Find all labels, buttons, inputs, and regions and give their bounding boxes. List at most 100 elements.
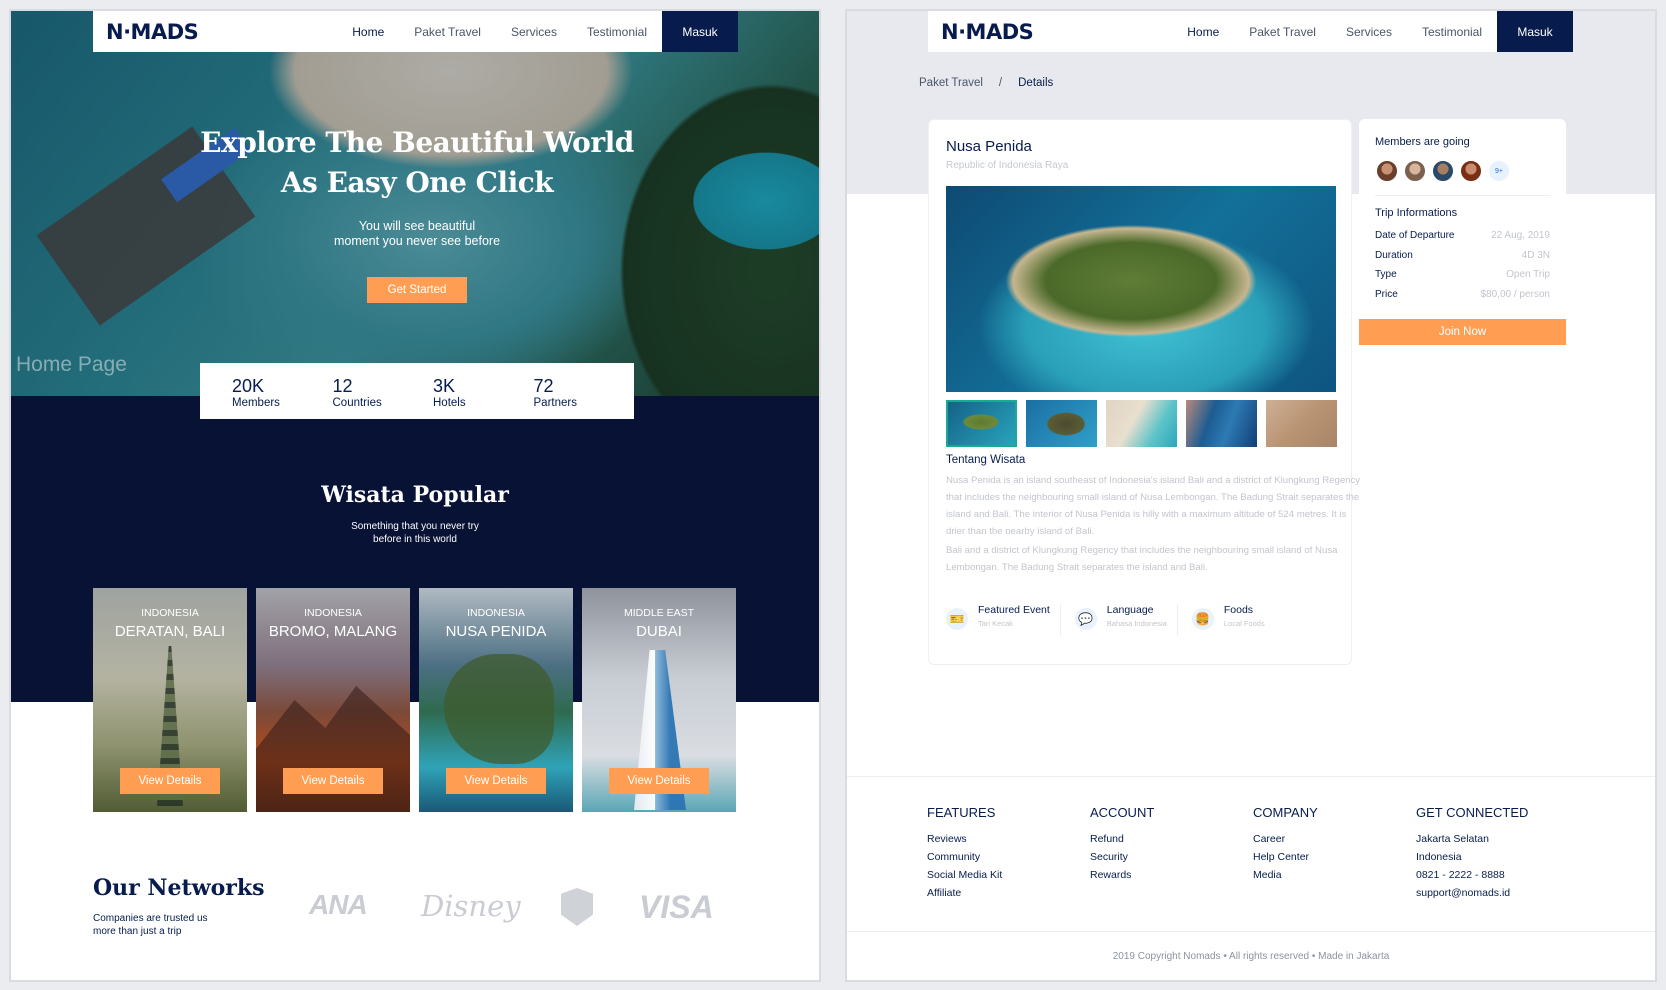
logo[interactable]: N·MADS xyxy=(928,20,1172,44)
destination-card-bali[interactable]: INDONESIA DERATAN, BALI View Details xyxy=(93,588,247,812)
footer-column-title: ACCOUNT xyxy=(1090,805,1155,820)
info-value: Open Trip xyxy=(1506,269,1550,280)
nav-services-link[interactable]: Services xyxy=(1331,25,1407,39)
nav-testimonial-link[interactable]: Testimonial xyxy=(1407,25,1497,39)
stat-hotels: 3K Hotels xyxy=(433,377,534,419)
hero-content: Explore The Beautiful World As Easy One … xyxy=(11,123,819,303)
footer-link[interactable]: Affiliate xyxy=(927,884,1090,902)
nav-home-link[interactable]: Home xyxy=(337,25,399,39)
logo[interactable]: N·MADS xyxy=(93,20,337,44)
footer-column-account: ACCOUNT Refund Security Rewards xyxy=(1090,805,1253,902)
info-row-departure: Date of Departure 22 Aug, 2019 xyxy=(1375,230,1550,241)
destination-card-dubai[interactable]: MIDDLE EAST DUBAI View Details xyxy=(582,588,736,812)
stat-value: 20K xyxy=(232,376,265,396)
breadcrumb-paket-travel[interactable]: Paket Travel xyxy=(919,77,983,89)
get-started-button[interactable]: Get Started xyxy=(367,277,467,303)
view-details-button[interactable]: View Details xyxy=(120,768,220,794)
thumbnail-1[interactable] xyxy=(946,400,1017,447)
divider xyxy=(1375,195,1550,196)
info-row-price: Price $80,00 / person xyxy=(1375,289,1550,300)
nav-testimonial-link[interactable]: Testimonial xyxy=(572,25,662,39)
nav-links: Home Paket Travel Services Testimonial M… xyxy=(337,11,738,52)
thumbnail-2[interactable] xyxy=(1026,400,1097,447)
navbar: N·MADS Home Paket Travel Services Testim… xyxy=(928,11,1573,52)
networks-title: Our Networks xyxy=(93,875,265,901)
footer-contact-text: Indonesia xyxy=(1416,851,1462,863)
destination-country: INDONESIA xyxy=(304,607,362,619)
view-details-button[interactable]: View Details xyxy=(283,768,383,794)
destination-name: DUBAI xyxy=(636,623,682,640)
members-title: Members are going xyxy=(1375,136,1470,148)
more-members-badge[interactable]: 9+ xyxy=(1487,159,1511,183)
footer-link[interactable]: Refund xyxy=(1090,830,1253,848)
visa-logo: VISA xyxy=(639,889,714,925)
trip-info-card: Members are going 9+ Trip Informations D… xyxy=(1359,119,1566,354)
footer-link[interactable]: Security xyxy=(1090,848,1253,866)
hero-title-line-2: As Easy One Click xyxy=(280,166,554,199)
view-details-button[interactable]: View Details xyxy=(446,768,546,794)
breadcrumb-separator: / xyxy=(998,77,1003,89)
trip-info-title: Trip Informations xyxy=(1375,207,1458,219)
footer-link[interactable]: Community xyxy=(927,848,1090,866)
breadcrumb-details: Details xyxy=(1018,77,1054,89)
main-trip-photo xyxy=(946,186,1336,392)
photo-thumbnails xyxy=(946,400,1337,447)
footer-link[interactable]: Career xyxy=(1253,830,1416,848)
destination-card-bromo[interactable]: INDONESIA BROMO, MALANG View Details xyxy=(256,588,410,812)
footer-link[interactable]: Reviews xyxy=(927,830,1090,848)
networks-subtitle-line-2: more than just a trip xyxy=(93,926,182,937)
footer-link[interactable]: Help Center xyxy=(1253,848,1416,866)
page-label: Home Page xyxy=(16,353,127,376)
detail-page-artboard: N·MADS Home Paket Travel Services Testim… xyxy=(845,9,1657,982)
destination-country: INDONESIA xyxy=(467,607,525,619)
popular-title: Wisata Popular xyxy=(321,482,509,508)
nav-paket-travel-link[interactable]: Paket Travel xyxy=(1234,25,1331,39)
nav-home-link[interactable]: Home xyxy=(1172,25,1234,39)
footer-divider xyxy=(847,931,1655,932)
footer-column-company: COMPANY Career Help Center Media xyxy=(1253,805,1416,902)
feature-title: Language xyxy=(1106,604,1154,616)
ana-logo: ANA xyxy=(309,889,368,920)
thumbnail-4[interactable] xyxy=(1186,400,1257,447)
networks-subtitle-line-1: Companies are trusted us xyxy=(93,913,208,924)
member-avatars: 9+ xyxy=(1375,159,1511,183)
nav-services-link[interactable]: Services xyxy=(496,25,572,39)
footer-columns: FEATURES Reviews Community Social Media … xyxy=(927,805,1579,902)
nav-paket-travel-link[interactable]: Paket Travel xyxy=(399,25,496,39)
destination-name: BROMO, MALANG xyxy=(268,623,398,640)
stat-value: 3K xyxy=(433,376,456,396)
stat-label: Countries xyxy=(332,397,382,409)
hero-section: Explore The Beautiful World As Easy One … xyxy=(11,11,819,396)
view-details-button[interactable]: View Details xyxy=(609,768,709,794)
footer-column-title: FEATURES xyxy=(927,805,996,820)
footer-link[interactable]: Rewards xyxy=(1090,866,1253,884)
footer-link[interactable]: Media xyxy=(1253,866,1416,884)
join-now-button[interactable]: Join Now xyxy=(1359,319,1566,345)
thumbnail-5[interactable] xyxy=(1266,400,1337,447)
info-key: Duration xyxy=(1375,250,1413,261)
avatar xyxy=(1431,159,1455,183)
destination-card-nusa-penida[interactable]: INDONESIA NUSA PENIDA View Details xyxy=(419,588,573,812)
feature-event: 🎫 Featured Event Tari Kecak xyxy=(946,604,1061,636)
thumbnail-3[interactable] xyxy=(1106,400,1177,447)
stat-value: 12 xyxy=(332,376,353,396)
stat-label: Hotels xyxy=(433,397,466,409)
footer-column-title: COMPANY xyxy=(1253,805,1318,820)
hero-title: Explore The Beautiful World As Easy One … xyxy=(11,123,819,203)
hero-subtitle: You will see beautiful moment you never … xyxy=(11,219,819,249)
footer-column-features: FEATURES Reviews Community Social Media … xyxy=(927,805,1090,902)
popular-subtitle-line-1: Something that you never try xyxy=(351,521,479,532)
about-title: Tentang Wisata xyxy=(946,454,1026,466)
ticket-icon: 🎫 xyxy=(946,608,968,630)
masuk-button[interactable]: Masuk xyxy=(1497,11,1573,52)
stat-label: Partners xyxy=(533,397,577,409)
destination-name: DERATAN, BALI xyxy=(114,623,226,640)
stat-label: Members xyxy=(232,397,280,409)
destination-country: MIDDLE EAST xyxy=(623,607,694,619)
masuk-button[interactable]: Masuk xyxy=(662,11,738,52)
breadcrumb: Paket Travel / Details xyxy=(919,77,1053,89)
footer-email-link[interactable]: support@nomads.id xyxy=(1416,884,1579,902)
stats-bar: 20K Members 12 Countries 3K Hotels 72 Pa… xyxy=(200,363,634,419)
feature-title: Featured Event xyxy=(978,604,1050,616)
footer-link[interactable]: Social Media Kit xyxy=(927,866,1090,884)
